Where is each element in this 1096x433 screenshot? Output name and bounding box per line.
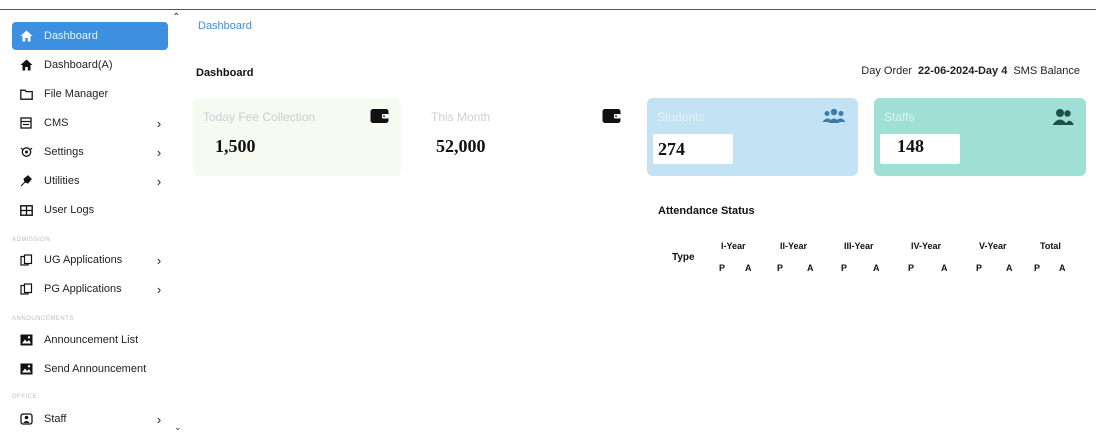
scroll-up-icon[interactable]: ⌃ xyxy=(172,12,180,23)
sidebar-item-label: Utilities xyxy=(44,175,80,187)
sidebar-item-utilities[interactable]: Utilities › xyxy=(12,168,168,194)
settings-icon xyxy=(17,145,35,159)
users-icon xyxy=(822,108,846,129)
sidebar-item-ug-applications[interactable]: UG Applications › xyxy=(12,247,168,273)
attendance-absent-label: A xyxy=(941,263,948,273)
sidebar-item-label: Announcement List xyxy=(44,334,139,346)
card-staffs: Staffs 148 xyxy=(874,98,1086,176)
day-order: Day Order 22-06-2024-Day 4 SMS Balance xyxy=(861,65,1080,77)
folder-icon xyxy=(17,87,35,101)
attendance-present-label: P xyxy=(1034,263,1041,273)
attendance-absent-label: A xyxy=(807,263,814,273)
breadcrumb[interactable]: Dashboard xyxy=(198,20,252,32)
wallet-icon xyxy=(602,108,621,129)
attendance-present-label: P xyxy=(719,263,726,273)
sidebar-item-settings[interactable]: Settings › xyxy=(12,139,168,165)
attendance-absent-label: A xyxy=(873,263,880,273)
chevron-right-icon: › xyxy=(156,411,162,427)
page-title: Dashboard xyxy=(196,67,254,79)
sidebar-item-pg-applications[interactable]: PG Applications › xyxy=(12,276,168,302)
sms-balance-label: SMS Balance xyxy=(1013,65,1080,77)
sidebar-item-cms[interactable]: CMS › xyxy=(12,110,168,136)
attendance-column-header: IV-Year xyxy=(911,241,942,251)
sidebar-item-label: Staff xyxy=(44,413,67,425)
sidebar-item-label: Settings xyxy=(44,146,84,158)
sidebar-item-label: CMS xyxy=(44,117,69,129)
attendance-column-header: Total xyxy=(1040,241,1061,251)
card-today-fee-collection: Today Fee Collection 1,500 xyxy=(193,98,401,176)
chevron-right-icon: › xyxy=(156,115,162,131)
day-order-label: Day Order xyxy=(861,65,913,77)
applications-icon xyxy=(17,253,35,267)
sidebar-item-staff[interactable]: Staff › xyxy=(12,406,168,432)
card-label: Staffs xyxy=(884,110,915,124)
sidebar-item-label: UG Applications xyxy=(44,254,123,266)
sidebar-item-label: Dashboard xyxy=(44,30,98,42)
sidebar: ⌃ Dashboard Dashboard(A) File Manager CM… xyxy=(0,10,186,432)
sidebar-item-label: User Logs xyxy=(44,204,95,216)
sidebar-item-user-logs[interactable]: User Logs xyxy=(12,197,168,223)
attendance-column-header: III-Year xyxy=(844,241,874,251)
attendance-column-header: V-Year xyxy=(979,241,1007,251)
attendance-column-header: I-Year xyxy=(721,241,746,251)
sidebar-item-send-announcement[interactable]: Send Announcement xyxy=(12,356,168,382)
sidebar-item-label: File Manager xyxy=(44,88,109,100)
attendance-present-label: P xyxy=(976,263,983,273)
card-value: 1,500 xyxy=(215,136,256,156)
staff-icon xyxy=(17,412,35,426)
attendance-present-label: P xyxy=(841,263,848,273)
sidebar-item-file-manager[interactable]: File Manager xyxy=(12,81,168,107)
users-icon xyxy=(1052,108,1074,131)
scroll-down-icon[interactable]: ⌄ xyxy=(174,422,182,433)
attendance-present-label: P xyxy=(777,263,784,273)
attendance-absent-label: A xyxy=(1006,263,1013,273)
image-icon xyxy=(17,362,35,376)
card-label: Today Fee Collection xyxy=(203,110,316,124)
card-value: 148 xyxy=(897,136,924,156)
cms-icon xyxy=(17,116,35,130)
sidebar-item-label: Dashboard(A) xyxy=(44,59,113,71)
chevron-right-icon: › xyxy=(156,173,162,189)
sidebar-item-dashboard-a[interactable]: Dashboard(A) xyxy=(12,52,168,78)
sidebar-item-label: Send Announcement xyxy=(44,363,147,375)
sidebar-item-dashboard[interactable]: Dashboard xyxy=(12,22,168,50)
table-icon xyxy=(17,203,35,217)
card-label: Students xyxy=(657,110,705,124)
attendance-type-label: Type xyxy=(672,252,695,263)
card-label: This Month xyxy=(431,110,491,124)
attendance-column-header: II-Year xyxy=(780,241,808,251)
card-value: 274 xyxy=(658,139,685,159)
card-value: 52,000 xyxy=(436,136,486,156)
section-label-admission: ADMISSION xyxy=(12,237,51,243)
image-icon xyxy=(17,333,35,347)
attendance-title: Attendance Status xyxy=(658,205,755,217)
home-icon xyxy=(17,29,35,43)
section-label-office: OFFICE xyxy=(12,394,37,400)
home-icon xyxy=(17,58,35,72)
card-this-month: This Month 52,000 xyxy=(421,98,633,176)
section-label-announcement: ANNOUNCEMENTS xyxy=(12,316,74,322)
sidebar-item-announcement-list[interactable]: Announcement List xyxy=(12,327,168,353)
chevron-right-icon: › xyxy=(156,281,162,297)
chevron-right-icon: › xyxy=(156,252,162,268)
applications-icon xyxy=(17,282,35,296)
wallet-icon xyxy=(370,108,389,129)
card-students: Students 274 xyxy=(647,98,858,176)
sidebar-item-label: PG Applications xyxy=(44,283,122,295)
attendance-present-label: P xyxy=(908,263,915,273)
chevron-right-icon: › xyxy=(156,144,162,160)
day-order-value: 22-06-2024-Day 4 xyxy=(918,65,1008,77)
utilities-icon xyxy=(17,174,35,188)
attendance-absent-label: A xyxy=(1059,263,1066,273)
attendance-absent-label: A xyxy=(745,263,752,273)
